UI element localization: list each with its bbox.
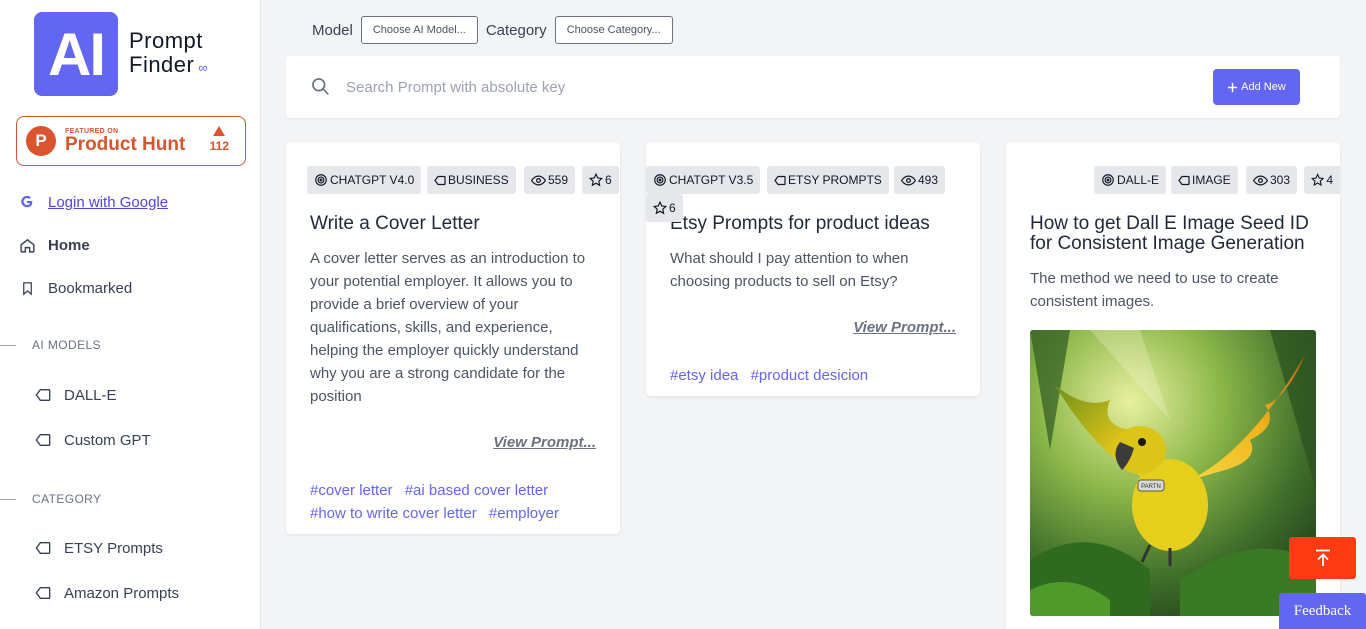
prompt-card[interactable]: Etsy Prompts for product ideas CHATGPT V… <box>646 142 980 396</box>
add-new-label: Add New <box>1241 81 1286 93</box>
plus-icon <box>1228 82 1238 92</box>
login-link-text: Login with Google <box>48 193 169 211</box>
card-description: What should I pay attention to when choo… <box>670 250 909 290</box>
model-badge[interactable]: DALL-E <box>1094 166 1167 194</box>
card-description: A cover letter serves as an introduction… <box>310 250 586 405</box>
tag-icon <box>774 175 786 185</box>
tag-icon <box>34 386 52 404</box>
tag-icon <box>34 584 52 602</box>
card-title[interactable]: Write a Cover Letter <box>310 214 480 234</box>
tag-link[interactable]: #product desicion <box>751 367 869 384</box>
prompt-card[interactable]: CHATGPT V4.0 BUSINESS 559 6 Write a Cove… <box>286 142 620 534</box>
sidebar-item-label: Home <box>48 236 90 254</box>
search-icon <box>310 76 330 101</box>
tag-link[interactable]: #etsy idea <box>670 367 738 384</box>
model-dropdown[interactable]: Choose AI Model... <box>360 16 478 44</box>
sidebar-item-dall-e[interactable]: DALL-E <box>34 386 117 404</box>
card-title[interactable]: How to get Dall E Image Seed ID for Cons… <box>1030 214 1320 254</box>
filters-bar: Model Choose AI Model... Category Choose… <box>312 16 681 44</box>
sidebar: AI Prompt Finder ∞ P FEATURED ON Product … <box>0 0 261 629</box>
sidebar-item-label: Amazon Prompts <box>64 584 180 602</box>
section-ai-models: AI MODELS <box>0 338 101 352</box>
views-badge: 493 <box>894 166 946 194</box>
view-prompt-link[interactable]: View Prompt... <box>493 434 596 451</box>
category-label: Category <box>485 21 547 39</box>
sidebar-item-custom-gpt[interactable]: Custom GPT <box>34 431 151 449</box>
tag-icon <box>1178 175 1190 185</box>
add-new-button[interactable]: Add New <box>1213 69 1300 105</box>
eye-icon <box>531 174 546 186</box>
star-icon <box>653 201 667 215</box>
model-icon <box>654 174 666 186</box>
scroll-to-top-button[interactable] <box>1289 537 1356 579</box>
search-bar: Add New <box>286 56 1340 118</box>
tag-link[interactable]: #ai based cover letter <box>405 482 548 499</box>
product-hunt-logo-icon: P <box>26 126 56 156</box>
sidebar-item-amazon-prompts[interactable]: Amazon Prompts <box>34 584 179 602</box>
search-input[interactable] <box>346 75 1166 99</box>
section-title: AI MODELS <box>32 338 101 352</box>
bookmark-star-badge[interactable]: 6 <box>582 166 619 194</box>
product-hunt-votes: 112 <box>210 126 229 153</box>
upvote-triangle-icon <box>213 126 226 136</box>
parrot-name-tag: PARTN <box>1141 484 1161 490</box>
model-icon <box>1102 174 1114 186</box>
bookmark-star-badge[interactable]: 4 <box>1304 166 1340 194</box>
sidebar-item-label: ETSY Prompts <box>64 539 163 557</box>
sidebar-item-label: Custom GPT <box>64 431 151 449</box>
card-description: The method we need to use to create cons… <box>1030 270 1279 310</box>
logo[interactable]: AI Prompt Finder ∞ <box>34 12 208 96</box>
view-prompt-link[interactable]: View Prompt... <box>853 319 956 336</box>
tag-link[interactable]: #how to write cover letter <box>310 505 477 522</box>
card-title[interactable]: Etsy Prompts for product ideas <box>670 214 930 234</box>
google-icon <box>18 193 36 211</box>
category-badge[interactable]: IMAGE <box>1171 166 1238 194</box>
model-label: Model <box>312 21 353 39</box>
bookmark-star-badge[interactable]: 6 <box>646 194 683 222</box>
binoculars-icon: ∞ <box>198 59 209 75</box>
divider <box>0 498 16 500</box>
arrow-up-to-line-icon <box>1315 549 1330 566</box>
eye-icon <box>901 174 916 186</box>
category-badge[interactable]: BUSINESS <box>427 166 516 194</box>
views-badge: 559 <box>524 166 576 194</box>
product-hunt-name: Product Hunt <box>65 133 186 155</box>
feedback-button[interactable]: Feedback <box>1279 593 1366 629</box>
tag-icon <box>34 431 52 449</box>
logo-text: Prompt Finder ∞ <box>129 27 209 80</box>
sidebar-item-home[interactable]: Home <box>18 236 90 254</box>
tag-link[interactable]: #employer <box>489 505 559 522</box>
sidebar-item-label: Bookmarked <box>48 279 133 297</box>
star-icon <box>1311 173 1325 187</box>
sidebar-item-etsy-prompts[interactable]: ETSY Prompts <box>34 539 163 557</box>
views-badge: 303 <box>1246 166 1298 194</box>
bookmark-icon <box>18 279 36 297</box>
logo-mark: AI <box>34 12 118 96</box>
logo-line2: Finder <box>129 51 195 77</box>
parrot-image: PARTN <box>1030 330 1316 616</box>
product-hunt-badge[interactable]: P FEATURED ON Product Hunt 112 <box>16 116 246 166</box>
divider <box>0 344 16 346</box>
category-dropdown[interactable]: Choose Category... <box>554 16 673 44</box>
sidebar-item-bookmarked[interactable]: Bookmarked <box>18 279 132 297</box>
category-badge[interactable]: ETSY PROMPTS <box>767 166 889 194</box>
sidebar-item-label: DALL-E <box>64 386 117 404</box>
section-title: CATEGORY <box>32 492 102 506</box>
home-icon <box>18 236 36 254</box>
model-icon <box>315 174 327 186</box>
model-badge[interactable]: CHATGPT V3.5 <box>646 166 761 194</box>
tag-list: #etsy idea #product desicion <box>670 364 960 387</box>
logo-line1: Prompt <box>129 27 203 53</box>
login-with-google[interactable]: Login with Google <box>18 193 168 211</box>
tag-icon <box>34 539 52 557</box>
star-icon <box>589 173 603 187</box>
tag-list: #cover letter #ai based cover letter #ho… <box>310 479 600 525</box>
tag-link[interactable]: #cover letter <box>310 482 393 499</box>
section-category: CATEGORY <box>0 492 101 506</box>
tag-icon <box>434 175 446 185</box>
eye-icon <box>1253 174 1268 186</box>
model-badge[interactable]: CHATGPT V4.0 <box>307 166 422 194</box>
